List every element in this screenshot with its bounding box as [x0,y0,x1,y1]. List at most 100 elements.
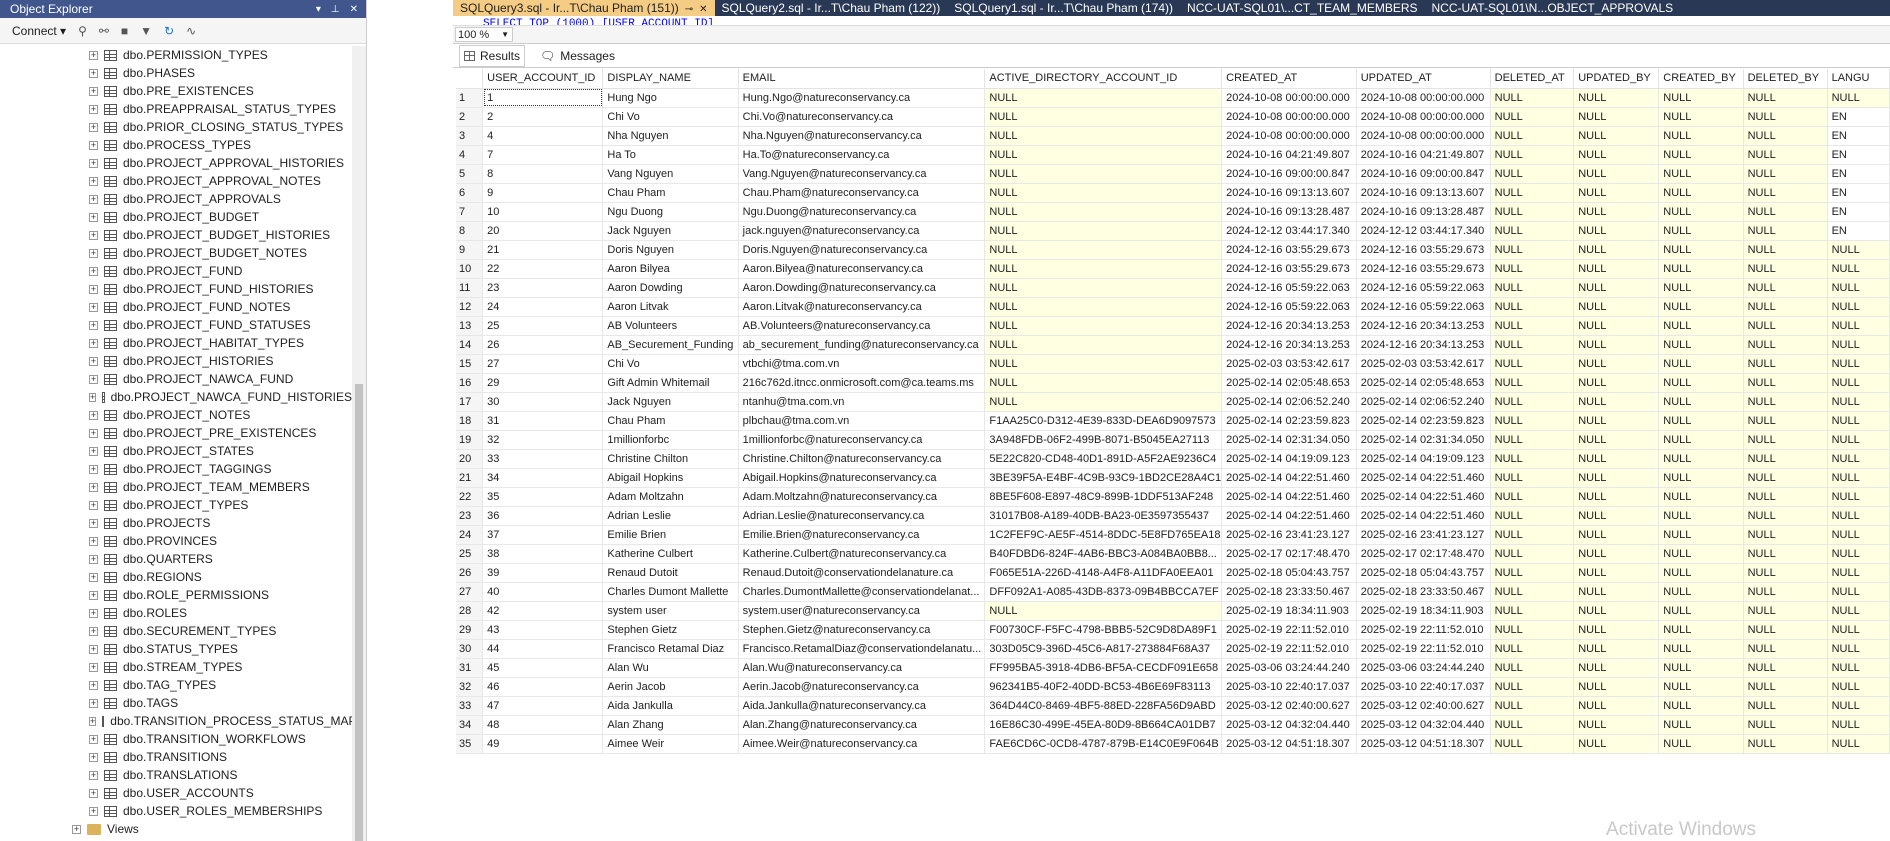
table-row[interactable]: 34 48 Alan Zhang Alan.Zhang@natureconservan… [456,715,1890,735]
table-cell[interactable]: NULL [1658,145,1744,165]
table-cell[interactable]: NULL [1490,411,1575,431]
tree-item-table[interactable]: + dbo.PROCESS_TYPES [0,136,352,154]
table-cell[interactable]: DFF092A1-A085-43DB-8373-09B4BBCCA7EF [984,582,1223,602]
table-cell[interactable]: 20 [482,221,604,241]
row-number[interactable]: 9 [456,240,484,260]
expand-icon[interactable]: + [72,824,81,834]
table-cell[interactable]: NULL [1658,354,1744,374]
table-cell[interactable]: NULL [1658,164,1744,184]
column-header[interactable]: USER_ACCOUNT_ID [482,69,604,89]
table-cell[interactable]: NULL [1827,734,1890,754]
table-cell[interactable]: NULL [1573,126,1660,146]
table-cell[interactable]: 7 [482,145,604,165]
table-cell[interactable]: Stephen Gietz [602,620,739,640]
tree-item-table[interactable]: + dbo.TRANSITION_PROCESS_STATUS_MAPPINGS [0,712,366,730]
expand-icon[interactable]: + [89,644,98,654]
table-cell[interactable]: 2024-10-16 09:00:00.847 [1221,164,1357,184]
pin-icon[interactable]: ⊥ [331,4,340,15]
expand-icon[interactable]: + [89,662,98,672]
tree-item-table[interactable]: + dbo.PROJECT_TEAM_MEMBERS [0,478,352,496]
table-cell[interactable]: NULL [1573,145,1660,165]
table-cell[interactable]: NULL [1743,506,1828,526]
table-cell[interactable]: 40 [482,582,604,602]
expand-icon[interactable]: + [89,68,98,78]
expand-icon[interactable]: + [89,50,98,60]
table-cell[interactable]: NULL [1658,525,1744,545]
expand-icon[interactable]: + [89,590,98,600]
table-cell[interactable]: NULL [1827,354,1890,374]
row-number[interactable]: 17 [456,392,484,412]
table-row[interactable]: 26 39 Renaud Dutoit Renaud.Dutoit@conservat… [456,563,1890,583]
table-cell[interactable]: NULL [1827,316,1890,336]
table-cell[interactable]: Ha To [602,145,739,165]
tree-item-table[interactable]: + dbo.PROJECT_STATES [0,442,352,460]
table-cell[interactable]: NULL [1573,601,1660,621]
table-cell[interactable]: jack.nguyen@natureconservancy.ca [738,221,986,241]
table-row[interactable]: 31 45 Alan Wu Alan.Wu@natureconservancy.ca F… [456,658,1890,678]
expand-icon[interactable]: + [89,572,98,582]
row-number[interactable]: 24 [456,525,484,545]
table-cell[interactable]: 2024-12-16 20:34:13.253 [1221,335,1357,355]
expand-icon[interactable]: + [89,482,98,492]
row-number[interactable]: 2 [456,107,484,127]
tree-item-views[interactable]: + Views [0,820,352,838]
tree-item-table[interactable]: + dbo.PROJECT_TAGGINGS [0,460,352,478]
table-cell[interactable]: 2025-02-17 02:17:48.470 [1221,544,1357,564]
expand-icon[interactable]: + [89,464,98,474]
tree-item-table[interactable]: + dbo.PROJECT_APPROVAL_HISTORIES [0,154,352,172]
activity-monitor-icon[interactable]: ∿ [186,24,196,38]
expand-icon[interactable]: + [89,410,98,420]
table-cell[interactable]: NULL [1490,240,1575,260]
table-cell[interactable]: NULL [1573,449,1660,469]
table-cell[interactable]: Aimee Weir [602,734,739,754]
table-cell[interactable]: NULL [1490,468,1575,488]
table-cell[interactable]: 2024-10-08 00:00:00.000 [1356,88,1491,108]
table-cell[interactable]: NULL [1827,677,1890,697]
table-cell[interactable]: NULL [1573,164,1660,184]
table-cell[interactable]: 5E22C820-CD48-40D1-891D-A5F2AE9236C4 [984,449,1223,469]
table-cell[interactable]: 46 [482,677,604,697]
expand-icon[interactable]: + [89,428,98,438]
table-cell[interactable]: NULL [1573,620,1660,640]
table-cell[interactable]: NULL [1658,639,1744,659]
table-cell[interactable]: 2025-02-19 22:11:52.010 [1356,639,1491,659]
table-cell[interactable]: NULL [1658,316,1744,336]
table-cell[interactable]: Nha Nguyen [602,126,739,146]
tree-item-table[interactable]: + dbo.PROJECT_NAWCA_FUND [0,370,352,388]
table-cell[interactable]: NULL [1743,278,1828,298]
table-row[interactable]: 19 32 1millionforbc 1millionforbc@naturecon… [456,430,1890,450]
table-cell[interactable]: Alan Zhang [602,715,739,735]
table-cell[interactable]: Adam Moltzahn [602,487,739,507]
tree-item-table[interactable]: + dbo.PRE_EXISTENCES [0,82,352,100]
table-cell[interactable]: 2024-12-16 20:34:13.253 [1221,316,1357,336]
table-cell[interactable]: NULL [1490,221,1575,241]
table-cell[interactable]: NULL [1743,525,1828,545]
table-cell[interactable]: 31 [482,411,604,431]
tree-item-table[interactable]: + dbo.ROLES [0,604,352,622]
table-cell[interactable]: Chi Vo [602,354,739,374]
table-cell[interactable]: 2025-02-14 02:05:48.653 [1221,373,1357,393]
table-row[interactable]: 12 24 Aaron Litvak Aaron.Litvak@natureconse… [456,297,1890,317]
table-cell[interactable]: B40FDBD6-824F-4AB6-BBC3-A084BA0BB8... [984,544,1223,564]
table-cell[interactable]: 2024-12-16 05:59:22.063 [1221,278,1357,298]
table-cell[interactable]: NULL [1743,88,1828,108]
stop-icon[interactable]: ■ [121,24,128,38]
table-cell[interactable]: 8BE5F608-E897-48C9-899B-1DDF513AF248 [984,487,1223,507]
row-number[interactable]: 33 [456,696,484,716]
table-row[interactable]: 24 37 Emilie Brien Emilie.Brien@natureconse… [456,525,1890,545]
table-cell[interactable]: NULL [1658,297,1744,317]
table-cell[interactable]: NULL [1658,601,1744,621]
table-cell[interactable]: NULL [984,240,1223,260]
table-cell[interactable]: AB Volunteers [602,316,739,336]
table-cell[interactable]: Emilie Brien [602,525,739,545]
table-cell[interactable]: NULL [1743,335,1828,355]
table-row[interactable]: 28 42 system user system.user@natureconserv… [456,601,1890,621]
table-cell[interactable]: NULL [1743,620,1828,640]
table-cell[interactable]: Alan.Zhang@natureconservancy.ca [738,715,986,735]
table-cell[interactable]: 27 [482,354,604,374]
table-cell[interactable]: 35 [482,487,604,507]
expand-icon[interactable]: + [89,194,98,204]
table-cell[interactable]: NULL [1827,544,1890,564]
table-cell[interactable]: NULL [1827,487,1890,507]
row-number[interactable]: 35 [456,734,484,754]
